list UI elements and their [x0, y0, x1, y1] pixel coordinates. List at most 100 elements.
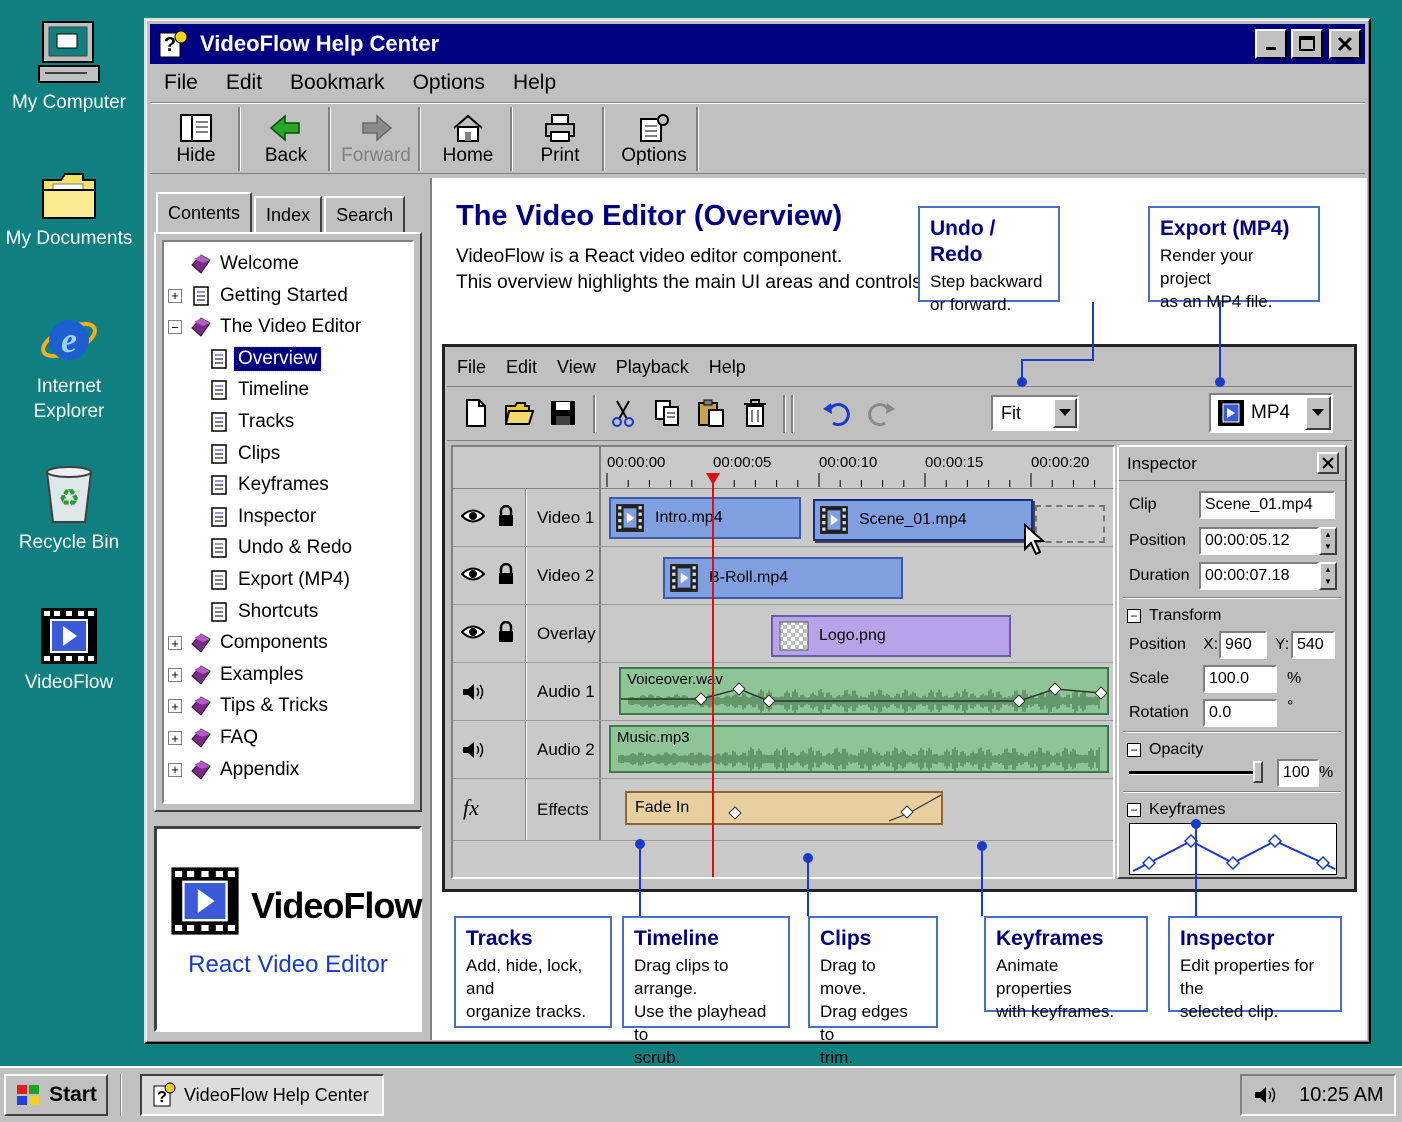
tab-contents[interactable]: Contents: [156, 192, 253, 232]
track-header[interactable]: Video 1: [453, 489, 601, 546]
x-field[interactable]: 960: [1219, 631, 1267, 659]
transform-section[interactable]: − Transform: [1127, 607, 1221, 625]
y-field[interactable]: 540: [1291, 631, 1335, 659]
track-header[interactable]: fx Effects: [453, 779, 601, 840]
collapse-icon[interactable]: −: [1127, 803, 1141, 817]
spin-down-icon[interactable]: ▼: [1321, 541, 1335, 553]
menu-edit[interactable]: Edit: [212, 71, 276, 95]
eye-icon[interactable]: [461, 623, 485, 641]
start-button[interactable]: Start: [4, 1074, 108, 1116]
clip-intro[interactable]: Intro.mp4: [609, 497, 801, 539]
track-header[interactable]: Overlay: [453, 605, 601, 662]
expand-icon[interactable]: +: [168, 762, 182, 777]
tree-item[interactable]: + Examples: [168, 661, 307, 689]
close-button[interactable]: [1329, 29, 1361, 59]
print-button[interactable]: Print: [518, 107, 604, 171]
eye-icon[interactable]: [461, 507, 485, 525]
duration-spinner[interactable]: ▲ ▼: [1319, 562, 1337, 590]
volume-icon[interactable]: [1252, 1084, 1278, 1106]
expand-icon[interactable]: +: [168, 699, 182, 714]
spin-down-icon[interactable]: ▼: [1321, 576, 1335, 588]
delete-icon[interactable]: [739, 397, 771, 429]
minimize-button[interactable]: [1255, 29, 1287, 59]
timeline-ruler[interactable]: 00:00:00 00:00:05 00:00:10 00:00:15 00:00:20: [453, 447, 1113, 489]
track-header[interactable]: Audio 2: [453, 721, 601, 778]
lock-icon[interactable]: [497, 621, 515, 643]
lock-icon[interactable]: [497, 505, 515, 527]
options-button[interactable]: Options: [612, 107, 698, 171]
duration-field[interactable]: 00:00:07.18: [1199, 562, 1319, 590]
title-bar[interactable]: ? VideoFlow Help Center: [150, 24, 1365, 64]
tree-item[interactable]: Inspector: [208, 503, 320, 531]
new-file-icon[interactable]: [459, 397, 491, 429]
track-header[interactable]: Video 2: [453, 547, 601, 604]
clock[interactable]: 10:25 AM: [1299, 1084, 1384, 1107]
taskbar-item-help-center[interactable]: ? VideoFlow Help Center: [140, 1074, 384, 1116]
tree-item[interactable]: Tracks: [208, 408, 298, 436]
back-button[interactable]: Back: [244, 107, 330, 171]
collapse-icon[interactable]: −: [168, 320, 182, 335]
menu-options[interactable]: Options: [399, 71, 499, 95]
clip-fade[interactable]: Fade In: [625, 791, 943, 825]
playhead[interactable]: [712, 473, 714, 877]
expand-icon[interactable]: +: [168, 667, 182, 682]
export-dropdown-button[interactable]: [1305, 396, 1331, 430]
clip-voiceover[interactable]: Voiceover.wav: [619, 667, 1109, 715]
desktop-icon-videoflow[interactable]: VideoFlow: [4, 606, 134, 695]
scale-field[interactable]: 100.0: [1203, 665, 1277, 693]
open-folder-icon[interactable]: [503, 397, 535, 429]
inspector-close-button[interactable]: [1317, 452, 1339, 474]
forward-button[interactable]: Forward: [334, 107, 420, 171]
tree-item[interactable]: Clips: [208, 440, 284, 468]
spin-up-icon[interactable]: ▲: [1321, 529, 1335, 541]
tree-item[interactable]: Keyframes: [208, 471, 333, 499]
opacity-section[interactable]: − Opacity: [1127, 741, 1203, 759]
expand-icon[interactable]: +: [168, 288, 182, 303]
tree-item[interactable]: + FAQ: [168, 724, 262, 752]
menu-file[interactable]: File: [150, 71, 212, 95]
opacity-slider-track[interactable]: [1129, 771, 1259, 775]
clip-logo[interactable]: Logo.png: [771, 615, 1011, 657]
eye-icon[interactable]: [461, 565, 485, 583]
position-field[interactable]: 00:00:05.12: [1199, 527, 1319, 555]
expand-icon[interactable]: +: [168, 636, 182, 651]
keyframe-diamond-icon[interactable]: [900, 805, 914, 819]
cut-icon[interactable]: [607, 397, 639, 429]
zoom-dropdown-button[interactable]: [1053, 398, 1077, 428]
keyframe-diamond-icon[interactable]: [728, 806, 742, 820]
maximize-button[interactable]: [1291, 29, 1323, 59]
editor-menu-view[interactable]: View: [547, 357, 606, 378]
home-button[interactable]: Home: [426, 107, 512, 171]
desktop-icon-my-computer[interactable]: My Computer: [4, 20, 134, 115]
tree-item[interactable]: + Appendix: [168, 756, 303, 784]
tab-index[interactable]: Index: [254, 196, 323, 232]
spin-up-icon[interactable]: ▲: [1321, 564, 1335, 576]
menu-bookmark[interactable]: Bookmark: [276, 71, 399, 95]
opacity-field[interactable]: 100: [1277, 759, 1319, 787]
rotation-field[interactable]: 0.0: [1203, 699, 1277, 727]
opacity-slider-thumb[interactable]: [1253, 761, 1263, 783]
zoom-select[interactable]: Fit: [991, 395, 1079, 431]
editor-menu-file[interactable]: File: [447, 357, 496, 378]
collapse-icon[interactable]: −: [1127, 609, 1141, 623]
keyframes-section[interactable]: − Keyframes: [1127, 801, 1225, 819]
position-spinner[interactable]: ▲ ▼: [1319, 527, 1337, 555]
tree-item[interactable]: + Tips & Tricks: [168, 692, 332, 720]
tree-item[interactable]: + Getting Started: [168, 282, 352, 310]
editor-menu-playback[interactable]: Playback: [606, 357, 699, 378]
clip-field[interactable]: Scene_01.mp4: [1199, 491, 1335, 519]
speaker-icon[interactable]: [461, 739, 487, 761]
redo-icon[interactable]: [865, 397, 897, 429]
tree-item[interactable]: Welcome: [168, 250, 303, 278]
export-format-select[interactable]: MP4: [1209, 393, 1333, 433]
tree-item[interactable]: Overview: [208, 345, 323, 373]
tree-item[interactable]: Undo & Redo: [208, 534, 356, 562]
tree-item[interactable]: Shortcuts: [208, 598, 322, 626]
expand-icon[interactable]: +: [168, 731, 182, 745]
tab-search[interactable]: Search: [324, 196, 406, 232]
desktop-icon-internet-explorer[interactable]: e Internet Explorer: [4, 306, 134, 424]
tree-item[interactable]: Export (MP4): [208, 566, 354, 594]
clip-scene[interactable]: Scene_01.mp4: [813, 499, 1033, 541]
track-header[interactable]: Audio 1: [453, 663, 601, 720]
fx-icon[interactable]: fx: [463, 795, 479, 821]
